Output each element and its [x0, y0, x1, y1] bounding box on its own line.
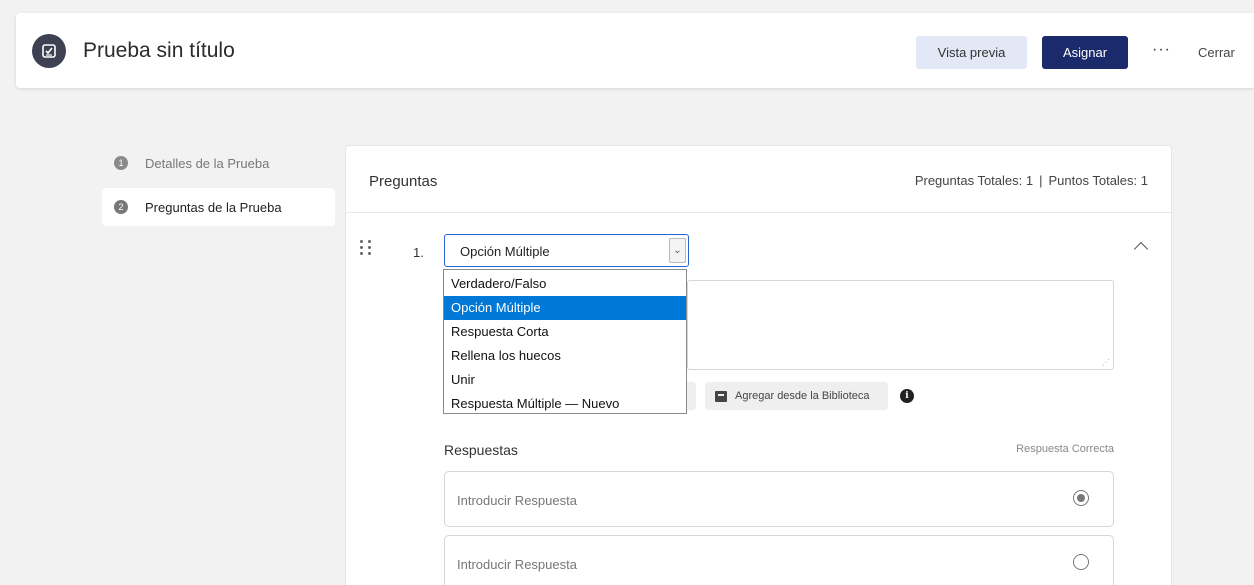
question-type-dropdown[interactable]: Verdadero/Falso Opción Múltiple Respuest… [443, 269, 687, 414]
questions-header: Preguntas Preguntas Totales: 1 | Puntos To… [346, 146, 1171, 213]
page-title[interactable]: Prueba sin título [83, 39, 235, 63]
answer-row[interactable]: Introducir Respuesta [444, 471, 1114, 527]
answer-row[interactable]: Introducir Respuesta [444, 535, 1114, 585]
info-icon[interactable]: i [900, 389, 914, 403]
stats-separator: | [1039, 173, 1043, 188]
resize-grip-icon[interactable]: ⋰ [1102, 358, 1110, 367]
question-type-select[interactable]: Opción Múltiple ⌄ [444, 234, 689, 267]
dropdown-option[interactable]: Rellena los huecos [444, 344, 686, 368]
answer-input[interactable]: Introducir Respuesta [457, 493, 577, 508]
step-label: Detalles de la Prueba [145, 155, 270, 171]
step-number: 1 [114, 156, 128, 170]
answer-input[interactable]: Introducir Respuesta [457, 557, 577, 572]
more-options-icon[interactable]: ··· [1152, 41, 1171, 59]
correct-answer-radio[interactable] [1073, 490, 1089, 506]
total-points: Puntos Totales: 1 [1048, 173, 1149, 188]
quiz-app-icon [32, 34, 66, 68]
drag-handle-icon[interactable] [360, 240, 372, 255]
top-bar: Prueba sin título Vista previa Asignar ·… [16, 13, 1254, 88]
close-button[interactable]: Cerrar [1198, 45, 1235, 60]
dropdown-option-selected[interactable]: Opción Múltiple [444, 296, 686, 320]
correct-answer-label: Respuesta Correcta [1016, 443, 1114, 455]
dropdown-option[interactable]: Unir [444, 368, 686, 392]
dropdown-option[interactable]: Verdadero/Falso [444, 272, 686, 296]
answers-title: Respuestas [444, 442, 518, 458]
step-questions[interactable]: 2 Preguntas de la Prueba [102, 188, 335, 226]
step-label: Preguntas de la Prueba [145, 199, 282, 215]
collapse-chevron-icon[interactable] [1133, 241, 1149, 257]
step-number: 2 [114, 200, 128, 214]
library-icon [715, 390, 727, 402]
add-from-library-button[interactable]: Agregar desde la Biblioteca [705, 382, 888, 410]
questions-title: Preguntas [369, 173, 438, 190]
preview-button[interactable]: Vista previa [916, 36, 1027, 69]
steps-nav: 1 Detalles de la Prueba 2 Preguntas de l… [102, 144, 335, 226]
dropdown-option[interactable]: Respuesta Múltiple — Nuevo [444, 392, 686, 416]
question-text-input[interactable]: ⋰ [687, 280, 1114, 370]
add-from-library-label: Agregar desde la Biblioteca [735, 390, 870, 402]
dropdown-option[interactable]: Respuesta Corta [444, 320, 686, 344]
total-questions: Preguntas Totales: 1 [914, 173, 1034, 188]
question-type-value: Opción Múltiple [460, 244, 550, 259]
chevron-down-icon[interactable]: ⌄ [669, 238, 686, 263]
assign-button[interactable]: Asignar [1042, 36, 1128, 69]
step-details[interactable]: 1 Detalles de la Prueba [102, 144, 335, 182]
question-number: 1. [413, 245, 424, 260]
questions-stats: Preguntas Totales: 1 | Puntos Totales: 1 [915, 173, 1148, 188]
correct-answer-radio[interactable] [1073, 554, 1089, 570]
